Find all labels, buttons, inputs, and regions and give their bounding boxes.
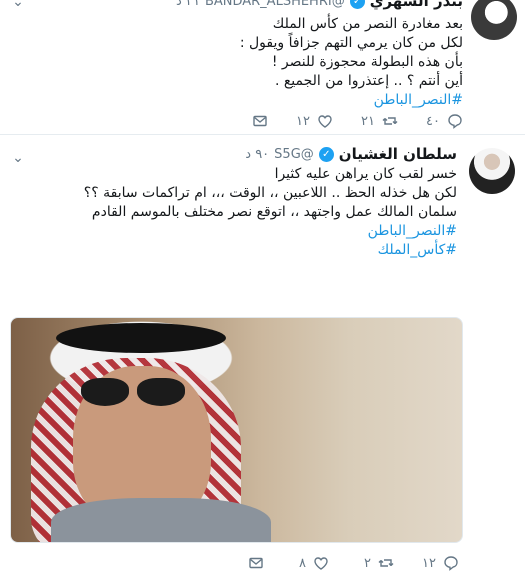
reply-icon bbox=[447, 113, 463, 129]
reply-button[interactable]: ١٢ bbox=[394, 555, 459, 571]
tweet-actions: ٤٠ ٢١ ١٢ bbox=[203, 113, 463, 129]
tweet-line: بأن هذه البطولة محجوزة للنصر ! bbox=[271, 54, 463, 70]
author-name[interactable]: بندر الشهري bbox=[370, 0, 463, 10]
tweet[interactable]: سلطان الغشيان ✓ S5G@ ٩٠ د ⌄ خسر لقب كان … bbox=[0, 135, 525, 577]
reply-icon bbox=[443, 555, 459, 571]
like-button[interactable]: ١٢ bbox=[268, 113, 333, 129]
tweet-line: أين أنتم ؟ .. إعتذروا من الجميع . bbox=[274, 73, 463, 89]
photo-detail bbox=[51, 498, 271, 542]
tweet-line: خسر لقب كان يراهن عليه كثيرا bbox=[274, 166, 457, 182]
verified-badge-icon: ✓ bbox=[318, 146, 334, 162]
reply-button[interactable]: ٤٠ bbox=[398, 113, 463, 129]
tweet-header: بندر الشهري ✓ BANDAR_ALSHEHRI@ ٢١ د bbox=[176, 0, 463, 10]
tweet[interactable]: بندر الشهري ✓ BANDAR_ALSHEHRI@ ٢١ د ⌄ بع… bbox=[0, 0, 525, 135]
like-button[interactable]: ٨ bbox=[264, 555, 329, 571]
retweet-button[interactable]: ٢١ bbox=[333, 113, 398, 129]
heart-icon bbox=[317, 113, 333, 129]
envelope-icon bbox=[252, 113, 268, 129]
dm-button[interactable] bbox=[203, 113, 268, 129]
retweet-count: ٢ bbox=[364, 555, 371, 571]
retweet-button[interactable]: ٢ bbox=[329, 555, 394, 571]
chevron-down-icon[interactable]: ⌄ bbox=[10, 0, 26, 10]
tweet-line: لكل من كان يرمي التهم جزافاً ويقول : bbox=[239, 35, 463, 51]
photo-detail bbox=[81, 378, 185, 410]
avatar[interactable] bbox=[469, 148, 515, 194]
retweet-count: ٢١ bbox=[361, 113, 375, 129]
author-handle[interactable]: S5G@ bbox=[274, 147, 314, 162]
hashtag-link[interactable]: #النصر_الباطن bbox=[17, 222, 457, 241]
chevron-down-icon[interactable]: ⌄ bbox=[10, 150, 26, 166]
envelope-icon bbox=[248, 555, 264, 571]
like-count: ١٢ bbox=[296, 113, 310, 129]
like-count: ٨ bbox=[299, 555, 306, 571]
photo-detail bbox=[56, 323, 226, 353]
tweet-timestamp[interactable]: ٢١ د bbox=[176, 0, 200, 9]
author-name[interactable]: سلطان الغشيان bbox=[339, 145, 457, 163]
dm-button[interactable] bbox=[199, 555, 264, 571]
reply-count: ٤٠ bbox=[426, 113, 440, 129]
tweet-actions: ١٢ ٢ ٨ bbox=[199, 555, 459, 571]
hashtag-link[interactable]: #النصر_الباطن bbox=[43, 91, 463, 110]
tweet-line: بعد مغادرة النصر من كأس الملك bbox=[272, 16, 463, 32]
retweet-icon bbox=[382, 113, 398, 129]
author-handle[interactable]: BANDAR_ALSHEHRI@ bbox=[205, 0, 345, 9]
tweet-timestamp[interactable]: ٩٠ د bbox=[245, 147, 269, 162]
tweet-header: سلطان الغشيان ✓ S5G@ ٩٠ د bbox=[245, 145, 457, 163]
verified-badge-icon: ✓ bbox=[349, 0, 365, 9]
heart-icon bbox=[313, 555, 329, 571]
avatar[interactable] bbox=[471, 0, 517, 40]
reply-count: ١٢ bbox=[422, 555, 436, 571]
tweet-text: خسر لقب كان يراهن عليه كثيرا لكن هل خذله… bbox=[17, 165, 457, 260]
tweet-line: سلمان المالك عمل واجتهد ،، اتوقع نصر مخت… bbox=[91, 204, 457, 220]
hashtag-link[interactable]: #كأس_الملك bbox=[17, 241, 457, 260]
retweet-icon bbox=[378, 555, 394, 571]
tweet-line: لكن هل خذله الحظ .. اللاعبين ،، الوقت ،،… bbox=[83, 185, 457, 201]
tweet-text: بعد مغادرة النصر من كأس الملك لكل من كان… bbox=[43, 15, 463, 110]
tweet-photo[interactable] bbox=[10, 317, 463, 543]
